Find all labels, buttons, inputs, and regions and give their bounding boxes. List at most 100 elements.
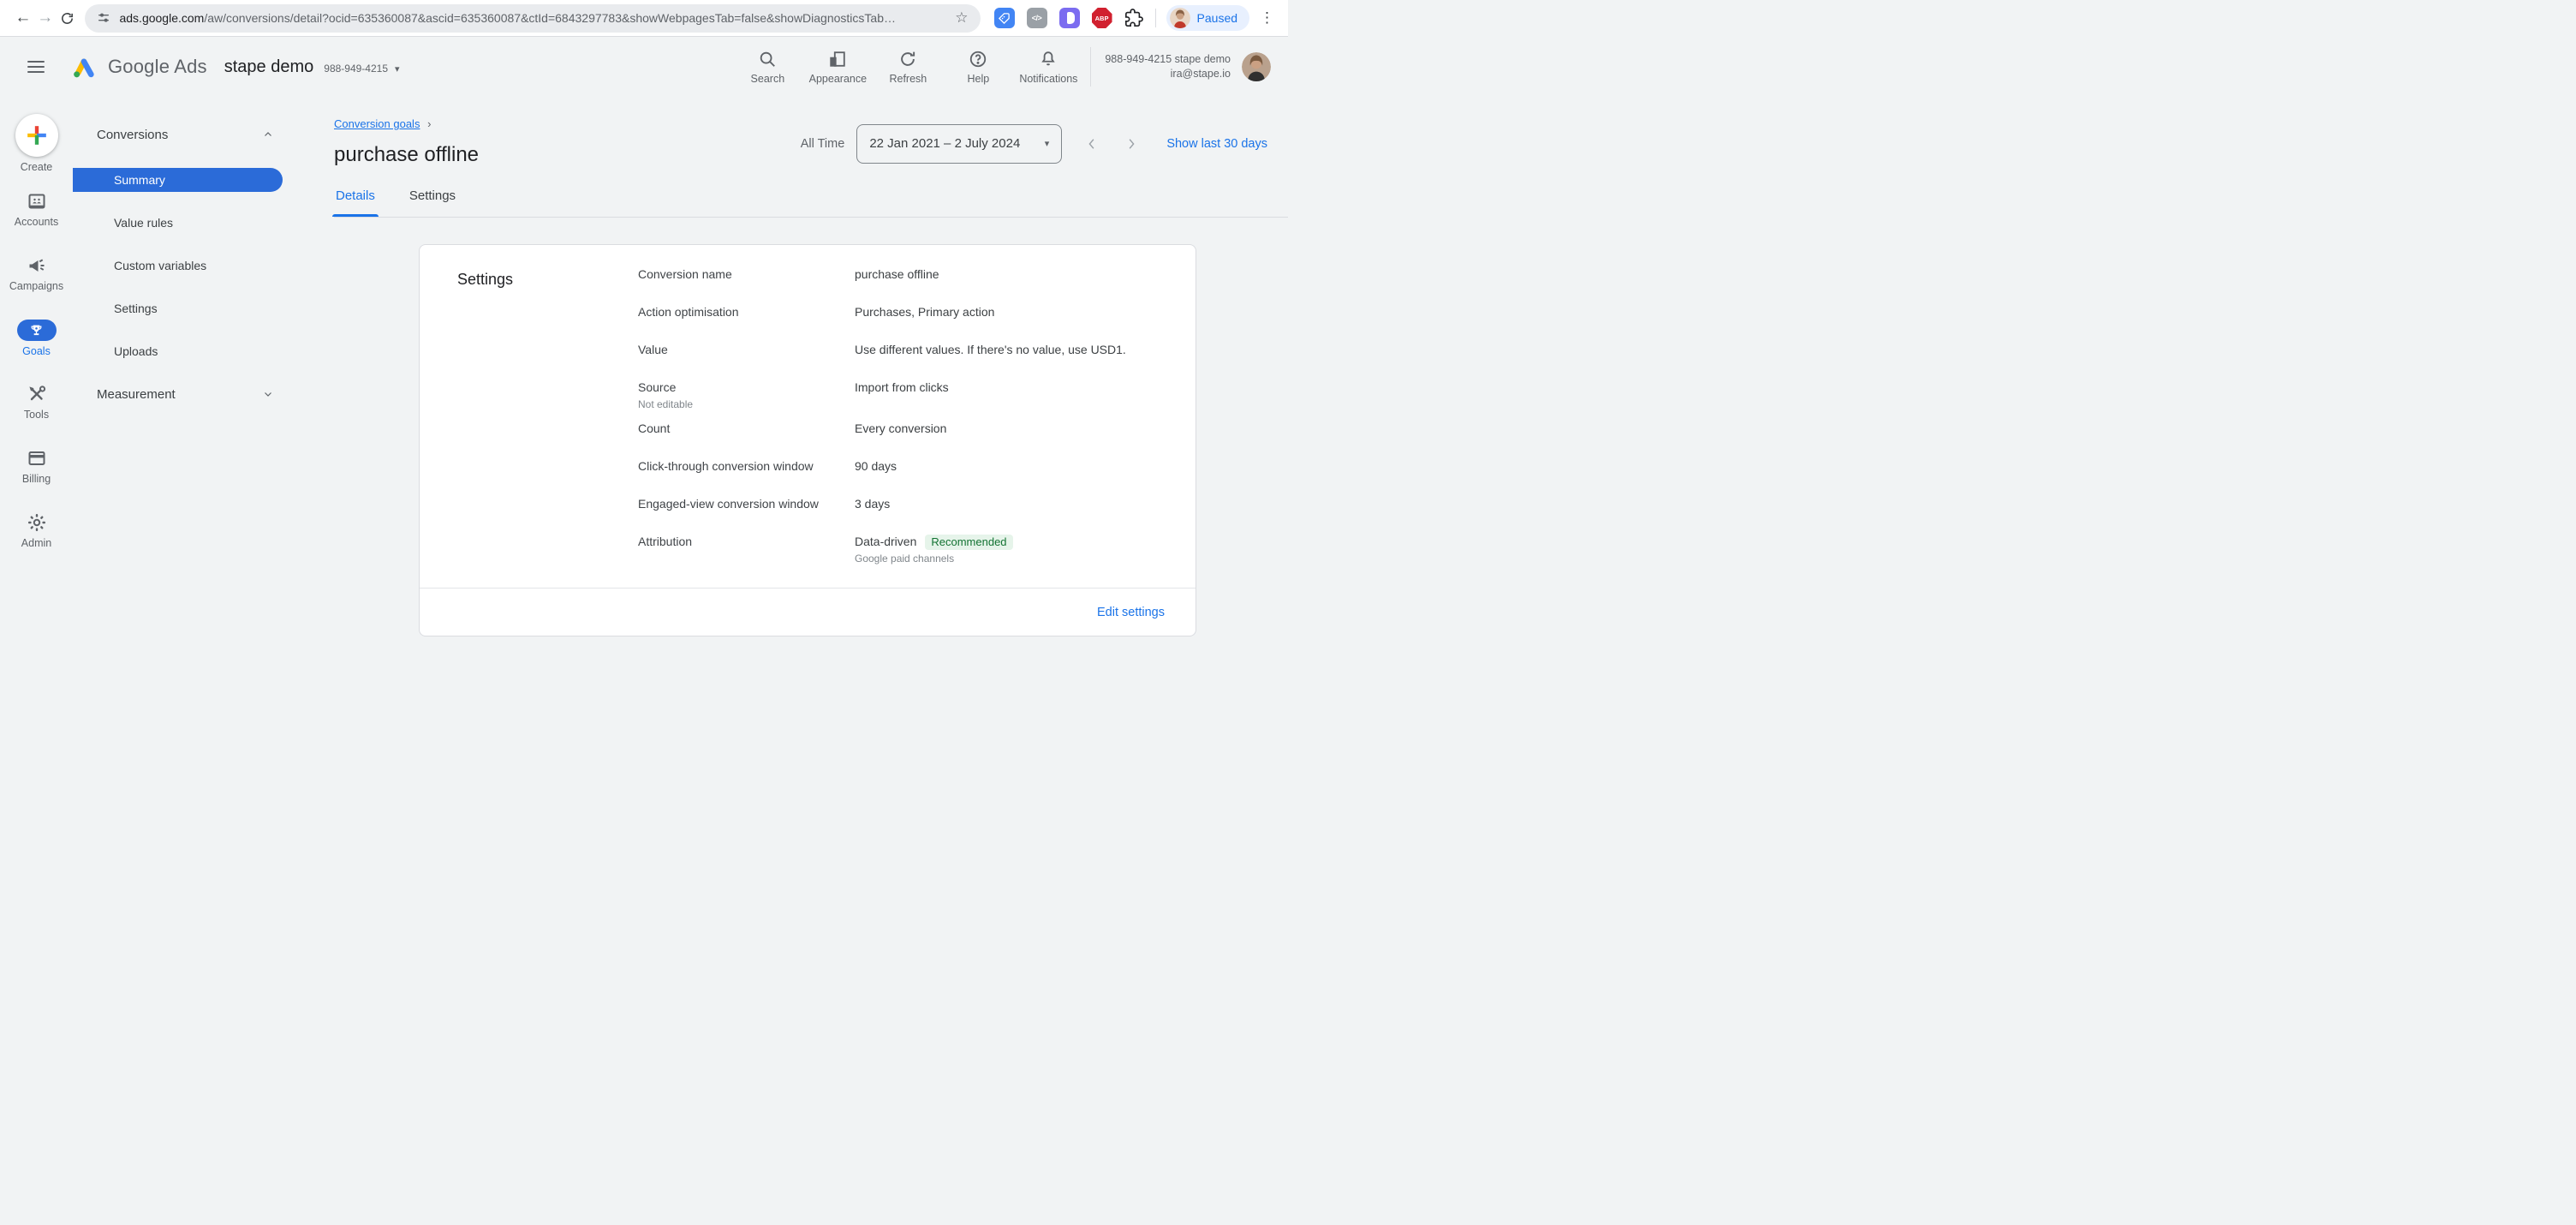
rail-item-billing[interactable]: Billing [0, 434, 73, 499]
subnav-section-measurement[interactable]: Measurement [73, 382, 295, 406]
billing-card-icon [27, 448, 47, 469]
rail-item-campaigns[interactable]: Campaigns [0, 242, 73, 306]
date-prev-chevron-icon[interactable] [1084, 136, 1100, 152]
account-info-line1: 988-949-4215 stape demo [1105, 53, 1231, 65]
show-last-30-days-link[interactable]: Show last 30 days [1166, 137, 1267, 151]
profile-status-label: Paused [1196, 11, 1238, 25]
subnav-item-custom-variables[interactable]: Custom variables [73, 254, 295, 278]
url-bar[interactable]: ads.google.com/aw/conversions/detail?oci… [85, 3, 981, 33]
main-menu-hamburger-icon[interactable] [27, 57, 45, 76]
tag-assistant-extension-icon[interactable] [993, 8, 1015, 28]
tabs-divider [334, 217, 1288, 218]
row-value: 3 days [855, 497, 891, 511]
row-conversion-name: Conversion name purchase offline [638, 266, 1161, 283]
google-ads-logo [71, 56, 97, 79]
row-value: Every conversion [855, 421, 947, 435]
appearance-label: Appearance [808, 72, 868, 85]
adblock-plus-extension-icon[interactable]: ABP [1091, 8, 1112, 28]
refresh-label: Refresh [889, 72, 927, 85]
card-footer: Edit settings [420, 588, 1196, 636]
browser-menu-kebab-icon[interactable]: ⋮ [1260, 9, 1274, 27]
admin-gear-icon [27, 512, 47, 533]
row-value: Use different values. If there's no valu… [855, 343, 1126, 356]
date-range-picker[interactable]: 22 Jan 2021 – 2 July 2024 ▾ [856, 123, 1063, 164]
row-value-sub: Google paid channels [855, 553, 955, 565]
bookmark-star-icon[interactable]: ☆ [955, 9, 968, 27]
subnav-item-settings[interactable]: Settings [73, 296, 295, 320]
back-icon[interactable]: ← [12, 9, 34, 27]
row-label: Click-through conversion window [638, 459, 814, 473]
rail-item-create[interactable]: Create [0, 109, 73, 177]
url-domain: ads.google.com [119, 11, 205, 25]
subnav-item-label: Summary [114, 173, 165, 187]
row-label: Source [638, 380, 677, 394]
url-path: /aw/conversions/detail?ocid=635360087&as… [204, 11, 522, 25]
date-controls: All Time 22 Jan 2021 – 2 July 2024 ▾ Sho [801, 120, 1288, 167]
row-label: Value [638, 343, 668, 356]
reload-icon[interactable] [57, 11, 79, 26]
browser-toolbar: ← → ads.google.com/aw/conversions/detail… [0, 0, 1288, 37]
campaigns-megaphone-icon [27, 255, 47, 276]
row-label: Conversion name [638, 267, 732, 281]
subnav-item-value-rules[interactable]: Value rules [73, 211, 295, 235]
row-count: Count Every conversion [638, 420, 1161, 437]
chevron-down-icon [265, 392, 271, 397]
row-value: Purchases, Primary action [855, 305, 995, 319]
row-label: Action optimisation [638, 305, 739, 319]
recommended-badge: Recommended [925, 535, 1013, 550]
subnav-item-summary[interactable]: Summary [73, 168, 283, 192]
ads-header: Google Ads stape demo 988-949-4215 ▾ Sea… [0, 37, 1288, 97]
tab-settings[interactable]: Settings [409, 188, 456, 217]
help-label: Help [967, 72, 990, 85]
conversions-subnav: Conversions Summary Value rules Custom v… [73, 97, 295, 612]
left-nav-rail: Create Accounts Campaigns Goals Tools Bi… [0, 97, 73, 612]
appearance-button[interactable]: Appearance [802, 50, 873, 85]
settings-rows: Conversion name purchase offline Action … [638, 266, 1161, 588]
account-switcher-caret-icon[interactable]: ▾ [395, 63, 400, 75]
screen: ← → ads.google.com/aw/conversions/detail… [0, 0, 1288, 636]
breadcrumb-separator: › [427, 117, 432, 130]
forward-icon[interactable]: → [34, 9, 57, 27]
goals-trophy-icon [16, 319, 57, 341]
search-button[interactable]: Search [732, 50, 802, 85]
subnav-item-uploads[interactable]: Uploads [73, 339, 295, 363]
rail-label: Billing [21, 473, 51, 485]
row-label: Engaged-view conversion window [638, 497, 819, 511]
tab-details[interactable]: Details [332, 188, 379, 217]
main-content: Conversion goals › purchase offline All … [295, 97, 1288, 636]
row-action-optimisation: Action optimisation Purchases, Primary a… [638, 303, 1161, 320]
edit-settings-link[interactable]: Edit settings [1097, 606, 1165, 619]
tune-icon[interactable] [97, 11, 110, 25]
help-button[interactable]: Help [943, 50, 1013, 85]
row-click-through-window: Click-through conversion window 90 days [638, 457, 1161, 475]
code-extension-icon[interactable]: </> [1026, 8, 1047, 28]
rail-label: Accounts [14, 216, 59, 228]
rail-item-tools[interactable]: Tools [0, 370, 73, 434]
row-source: Source Not editable Import from clicks [638, 379, 1161, 411]
row-value: Value Use different values. If there's n… [638, 341, 1161, 358]
rail-label: Admin [21, 537, 52, 549]
rail-item-accounts[interactable]: Accounts [0, 177, 73, 242]
subnav-section-conversions[interactable]: Conversions [73, 122, 295, 146]
breadcrumb-link-conversion-goals[interactable]: Conversion goals [334, 117, 420, 130]
header-divider [1090, 47, 1092, 87]
date-next-chevron-icon[interactable] [1124, 136, 1139, 152]
rail-item-admin[interactable]: Admin [0, 499, 73, 563]
extensions-puzzle-icon[interactable] [1124, 9, 1143, 27]
product-name: Google Ads [108, 56, 207, 77]
notifications-button[interactable]: Notifications [1013, 50, 1083, 85]
purple-extension-icon[interactable] [1058, 8, 1080, 28]
rail-item-goals[interactable]: Goals [0, 306, 73, 370]
subnav-item-label: Value rules [114, 216, 174, 230]
page-header: Conversion goals › purchase offline [334, 117, 479, 167]
breadcrumb: Conversion goals › [334, 117, 479, 130]
page-title: purchase offline [334, 143, 480, 166]
subnav-item-label: Settings [114, 302, 158, 315]
browser-profile-button[interactable]: Paused [1166, 5, 1250, 31]
account-avatar[interactable] [1242, 52, 1271, 81]
date-preset-label: All Time [800, 136, 845, 151]
account-name: stape demo [224, 57, 314, 76]
refresh-button[interactable]: Refresh [873, 50, 943, 85]
url-path-end: &showWebpagesTab=false&showDiagnosticsTa… [622, 11, 896, 25]
detail-tabs: Details Settings [332, 188, 1288, 217]
